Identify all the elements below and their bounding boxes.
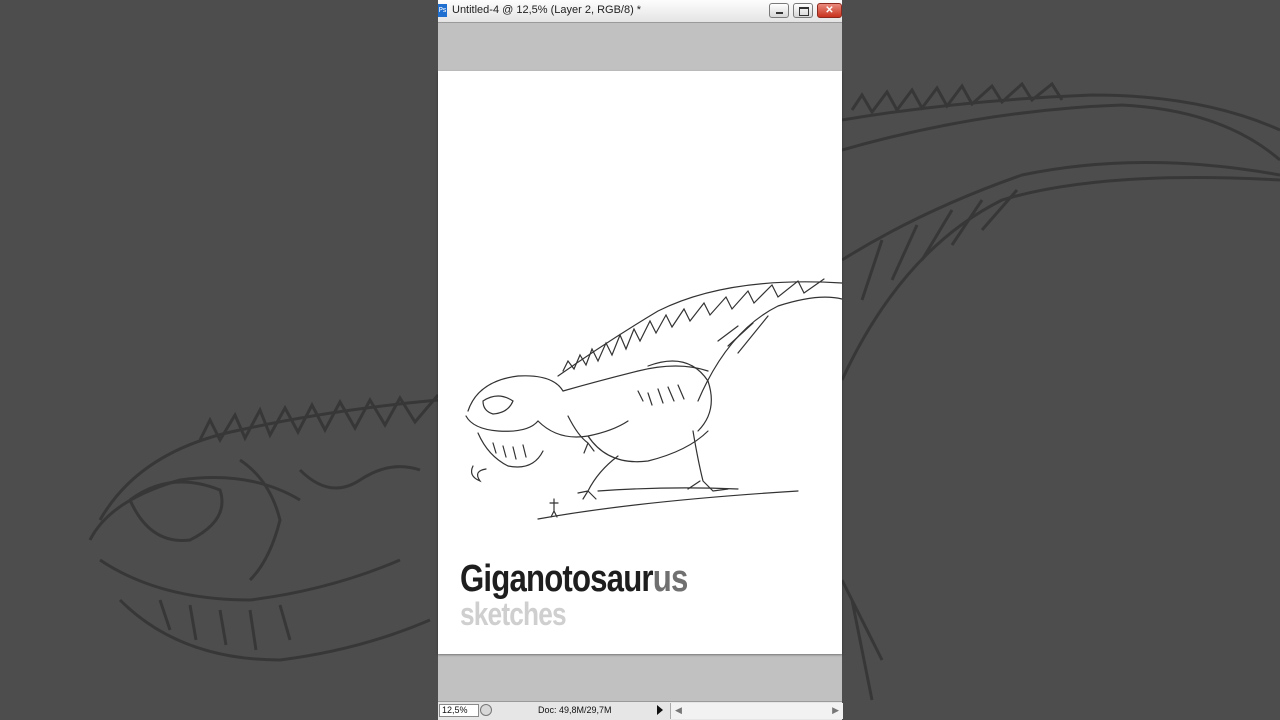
scroll-left-icon[interactable]: ◀ (675, 705, 682, 716)
title-bar[interactable]: Ps Untitled-4 @ 12,5% (Layer 2, RGB/8) * (438, 0, 842, 23)
close-button[interactable] (817, 3, 842, 18)
document-window: Ps Untitled-4 @ 12,5% (Layer 2, RGB/8) * (438, 0, 843, 720)
background-right (842, 0, 1280, 720)
caption-subtitle: sketches (460, 596, 567, 632)
caption-title: Giganotosaurus (460, 558, 688, 600)
background-left (0, 0, 438, 720)
status-bar: 12,5% Doc: 49,8M/29,7M ◀ ▶ (438, 701, 843, 720)
status-menu-arrow-icon[interactable] (657, 705, 663, 715)
background-dinosaur-tail-sketch (842, 81, 1280, 701)
minimize-button[interactable] (769, 3, 789, 18)
maximize-button[interactable] (793, 3, 813, 18)
photoshop-app-icon: Ps (438, 4, 447, 17)
scroll-right-icon[interactable]: ▶ (832, 705, 839, 716)
document-title: Untitled-4 @ 12,5% (Layer 2, RGB/8) * (452, 4, 642, 16)
background-dinosaur-head-sketch (88, 394, 438, 662)
document-size-info: Doc: 49,8M/29,7M (538, 705, 612, 715)
horizontal-scrollbar[interactable]: ◀ ▶ (670, 703, 843, 719)
status-options-icon[interactable] (480, 704, 492, 716)
canvas[interactable]: Giganotosaurus sketches (438, 71, 842, 654)
document-workspace: Giganotosaurus sketches (438, 23, 842, 701)
zoom-level-field[interactable]: 12,5% (439, 704, 479, 717)
